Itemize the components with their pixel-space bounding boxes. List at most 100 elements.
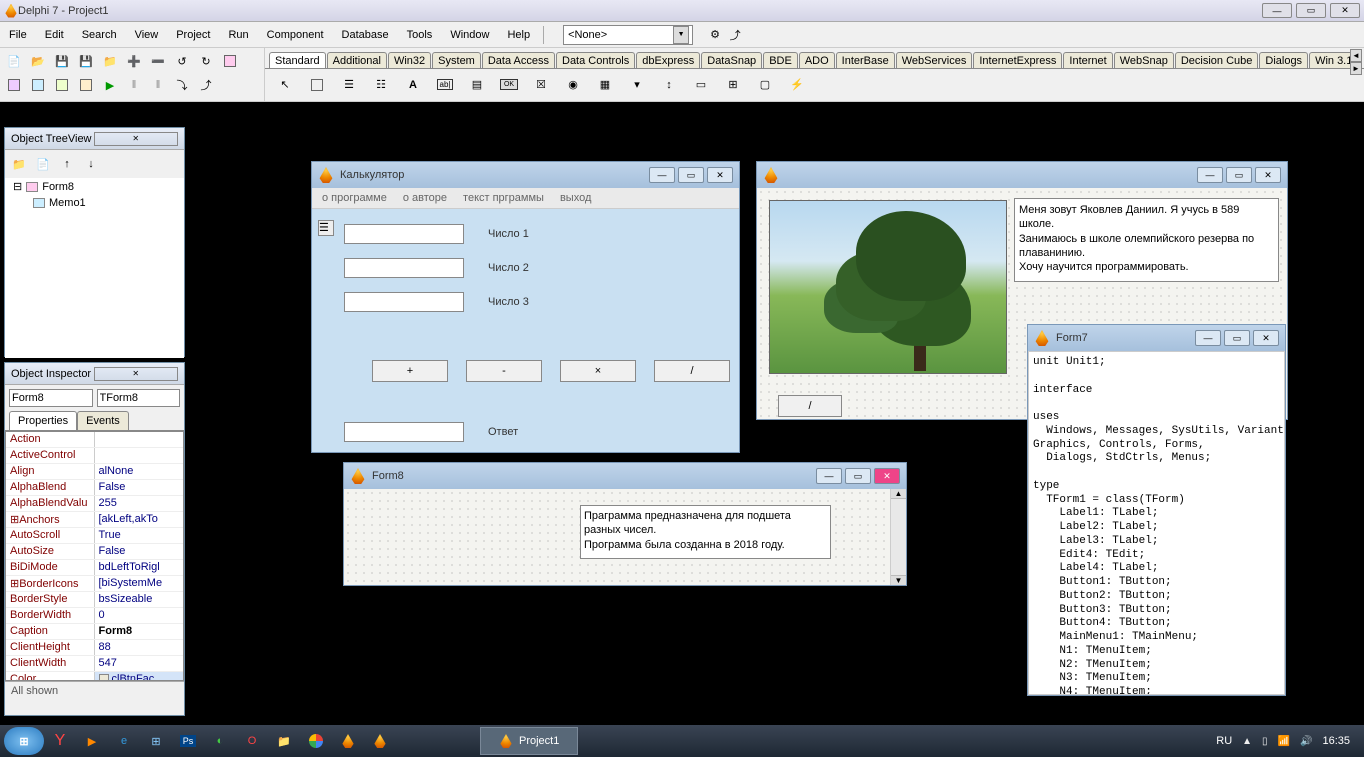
toolbar-icon[interactable]: ↺ — [172, 51, 192, 71]
toolbar-icon[interactable]: ⤴ — [725, 25, 745, 45]
menu-help[interactable]: Help — [498, 25, 539, 45]
close-button[interactable]: ✕ — [1330, 3, 1360, 18]
toolbar-icon[interactable] — [52, 75, 72, 95]
tab-scroll-left[interactable]: ◄ — [1350, 49, 1362, 62]
property-row[interactable]: ⊞Anchors[akLeft,akTo — [6, 512, 183, 528]
treeview-title-bar[interactable]: Object TreeView ✕ — [5, 128, 184, 150]
inspector-title-bar[interactable]: Object Inspector ✕ — [5, 363, 184, 385]
property-row[interactable]: AlignalNone — [6, 464, 183, 480]
tab-interbase[interactable]: InterBase — [836, 52, 895, 69]
taskbar-clock[interactable]: 16:35 — [1322, 735, 1350, 747]
form-close-button[interactable]: ✕ — [707, 167, 733, 183]
tab-decisioncube[interactable]: Decision Cube — [1175, 52, 1259, 69]
property-row[interactable]: ClientWidth547 — [6, 656, 183, 672]
panel-icon[interactable]: ▢ — [753, 73, 777, 97]
radiobutton-icon[interactable]: ◉ — [561, 73, 585, 97]
tray-flag-icon[interactable]: ▲ — [1242, 736, 1252, 747]
form-close-button[interactable]: ✕ — [874, 468, 900, 484]
taskbar-pinned-icon[interactable]: Y — [44, 727, 76, 755]
taskbar-pinned-icon[interactable]: 📁 — [268, 727, 300, 755]
open-project-button[interactable]: 📁 — [100, 51, 120, 71]
mainmenu-icon[interactable]: ☰ — [337, 73, 361, 97]
checkbox-icon[interactable]: ☒ — [529, 73, 553, 97]
tab-datasnap[interactable]: DataSnap — [701, 52, 762, 69]
groupbox-icon[interactable]: ▭ — [689, 73, 713, 97]
tab-events[interactable]: Events — [77, 411, 129, 430]
calc-menu-exit[interactable]: выход — [560, 192, 591, 204]
tree-tool-icon[interactable]: 📄 — [33, 154, 53, 174]
property-row[interactable]: ⊞BorderIcons[biSystemMe — [6, 576, 183, 592]
tab-standard[interactable]: Standard — [269, 52, 326, 69]
edit-icon[interactable]: ab| — [433, 73, 457, 97]
property-row[interactable]: AlphaBlendFalse — [6, 480, 183, 496]
scrollbar-icon[interactable]: ↕ — [657, 73, 681, 97]
tray-volume-icon[interactable]: 🔊 — [1300, 736, 1312, 747]
stub-button[interactable]: / — [778, 395, 842, 417]
maximize-button[interactable]: ▭ — [1296, 3, 1326, 18]
form-maximize-button[interactable]: ▭ — [845, 468, 871, 484]
tab-system[interactable]: System — [432, 52, 481, 69]
calc-menu-source[interactable]: текст прграммы — [463, 192, 544, 204]
add-button[interactable]: ➕ — [124, 51, 144, 71]
taskbar-pinned-icon[interactable]: O — [236, 727, 268, 755]
form-minimize-button[interactable]: — — [649, 167, 675, 183]
button-icon[interactable]: OK — [497, 73, 521, 97]
toolbar-icon[interactable] — [28, 75, 48, 95]
form-minimize-button[interactable]: — — [1197, 167, 1223, 183]
start-button[interactable]: ⊞ — [4, 727, 44, 755]
run-button[interactable]: ▶ — [100, 75, 120, 95]
tree-tool-icon[interactable]: 📁 — [9, 154, 29, 174]
memo-icon[interactable]: ▤ — [465, 73, 489, 97]
form-minimize-button[interactable]: — — [1195, 330, 1221, 346]
toolbar-icon[interactable]: ↻ — [196, 51, 216, 71]
property-row[interactable]: AutoSizeFalse — [6, 544, 183, 560]
toolbar-icon[interactable] — [220, 51, 240, 71]
tab-additional[interactable]: Additional — [327, 52, 387, 69]
calc-plus-button[interactable]: + — [372, 360, 448, 382]
menu-tools[interactable]: Tools — [398, 25, 442, 45]
tab-ado[interactable]: ADO — [799, 52, 835, 69]
stop-button[interactable]: ‖ — [148, 75, 168, 95]
form8-window[interactable]: Form8 — ▭ ✕ Праграмма предназначена для … — [343, 462, 907, 586]
taskbar-pinned-icon[interactable]: Ps — [172, 727, 204, 755]
taskbar-app-delphi[interactable] — [332, 727, 364, 755]
tab-websnap[interactable]: WebSnap — [1114, 52, 1174, 69]
calc-menu-about-prog[interactable]: о программе — [322, 192, 387, 204]
label-icon[interactable]: A — [401, 73, 425, 97]
form-maximize-button[interactable]: ▭ — [678, 167, 704, 183]
toolbar-icon[interactable] — [76, 75, 96, 95]
tab-webservices[interactable]: WebServices — [896, 52, 973, 69]
calc-minus-button[interactable]: - — [466, 360, 542, 382]
treeview-body[interactable]: ⊟ Form8 Memo1 — [5, 178, 184, 358]
tab-win32[interactable]: Win32 — [388, 52, 431, 69]
remove-button[interactable]: ➖ — [148, 51, 168, 71]
property-row[interactable]: AutoScrollTrue — [6, 528, 183, 544]
popupmenu-icon[interactable]: ☷ — [369, 73, 393, 97]
tab-bde[interactable]: BDE — [763, 52, 798, 69]
property-row[interactable]: BiDiModebdLeftToRigl — [6, 560, 183, 576]
new-button[interactable]: 📄 — [4, 51, 24, 71]
property-row[interactable]: BorderStylebsSizeable — [6, 592, 183, 608]
config-combo[interactable]: <None> — [563, 25, 693, 45]
calc-menu-about-author[interactable]: о авторе — [403, 192, 447, 204]
tab-properties[interactable]: Properties — [9, 411, 77, 430]
menu-run[interactable]: Run — [219, 25, 257, 45]
tab-scroll-right[interactable]: ► — [1350, 62, 1362, 75]
tab-internetexpress[interactable]: InternetExpress — [973, 52, 1062, 69]
form8-scrollbar[interactable] — [890, 489, 906, 585]
taskbar-language[interactable]: RU — [1216, 735, 1232, 747]
calc-input-2[interactable] — [344, 258, 464, 278]
taskbar-app-delphi[interactable] — [364, 727, 396, 755]
property-row[interactable]: ActiveControl — [6, 448, 183, 464]
taskbar-pinned-icon[interactable] — [300, 727, 332, 755]
form7-window[interactable]: Form7 — ▭ ✕ unit Unit1; interface uses W… — [1027, 324, 1286, 696]
about-memo[interactable]: Меня зовут Яковлев Даниил. Я учусь в 589… — [1014, 198, 1279, 282]
property-row[interactable]: ColorclBtnFac — [6, 672, 183, 681]
tray-icon[interactable]: ▯ — [1262, 736, 1268, 747]
pointer-icon[interactable]: ↖ — [273, 73, 297, 97]
tray-network-icon[interactable]: 📶 — [1278, 736, 1290, 747]
form8-memo[interactable]: Праграмма предназначена для подшета разн… — [580, 505, 831, 559]
step-button[interactable]: ⤵ — [172, 75, 192, 95]
form-maximize-button[interactable]: ▭ — [1224, 330, 1250, 346]
taskbar-pinned-icon[interactable]: ◐ — [204, 727, 236, 755]
